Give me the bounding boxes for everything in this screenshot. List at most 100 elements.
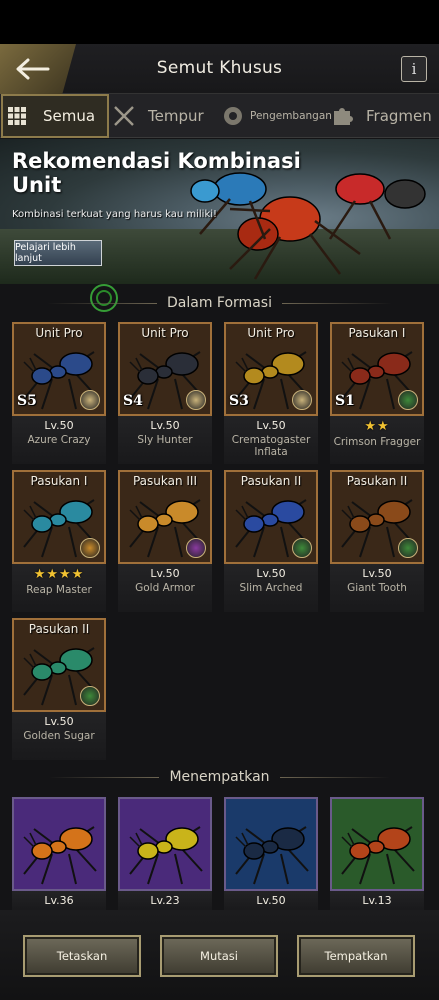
unit-meta: Lv.36: [12, 891, 106, 911]
tab-label: Semua: [43, 107, 96, 125]
divider: [279, 776, 390, 778]
unit-level: Lv.50: [362, 567, 392, 580]
unit-level: Lv.50: [44, 715, 74, 728]
unit-meta: ★★ Crimson Fragger: [330, 416, 424, 464]
unit-rank: Unit Pro: [141, 326, 189, 340]
unit-portrait: Unit Pro S3: [224, 322, 318, 416]
deploy-card[interactable]: Lv.50: [224, 797, 318, 911]
section-title: Menempatkan: [169, 769, 270, 785]
unit-card[interactable]: Unit Pro S3 Lv.50 Crematogaster Inflata: [224, 322, 318, 464]
unit-meta: Lv.50: [224, 891, 318, 911]
unit-card[interactable]: Pasukan II Lv.50 Golden Sugar: [12, 618, 106, 760]
unit-portrait: Pasukan II: [330, 470, 424, 564]
header-bar: Semut Khusus i: [0, 44, 439, 94]
unit-card[interactable]: Pasukan I S1 ★★ Crimson Fragger: [330, 322, 424, 464]
unit-portrait: [224, 797, 318, 891]
unit-card[interactable]: Unit Pro S5 Lv.50 Azure Crazy: [12, 322, 106, 464]
status-bar: [0, 0, 439, 44]
skill-badge-icon: [80, 538, 100, 558]
tier-badge: S1: [335, 393, 355, 409]
unit-meta: Lv.23: [118, 891, 212, 911]
unit-card[interactable]: Pasukan III Lv.50 Gold Armor: [118, 470, 212, 612]
unit-rank: Pasukan II: [28, 622, 90, 636]
unit-name: Reap Master: [26, 584, 92, 596]
mutation-button[interactable]: Mutasi: [160, 935, 278, 977]
tab-tempur[interactable]: Tempur: [112, 94, 212, 138]
unit-rank: Pasukan II: [240, 474, 302, 488]
unit-level: Lv.50: [150, 419, 180, 432]
ant-portrait-icon: [120, 799, 210, 889]
skill-badge-icon: [292, 538, 312, 558]
unit-portrait: [330, 797, 424, 891]
deploy-heading: Menempatkan: [0, 766, 439, 788]
unit-level: Lv.36: [44, 894, 74, 907]
unit-name: Gold Armor: [135, 582, 195, 594]
unit-rank: Pasukan II: [346, 474, 408, 488]
unit-meta: Lv.50 Slim Arched: [224, 564, 318, 612]
recommendation-banner[interactable]: Rekomendasi Kombinasi Unit Kombinasi ter…: [0, 139, 439, 284]
skill-badge-icon: [186, 390, 206, 410]
unit-meta: Lv.50 Crematogaster Inflata: [224, 416, 318, 464]
star-rating: ★★: [364, 419, 390, 434]
ant-portrait-icon: [332, 799, 422, 889]
unit-portrait: [118, 797, 212, 891]
unit-meta: Lv.50 Giant Tooth: [330, 564, 424, 612]
gear-shield-icon: [222, 105, 244, 127]
unit-meta: Lv.50 Gold Armor: [118, 564, 212, 612]
unit-rank: Unit Pro: [247, 326, 295, 340]
unit-card[interactable]: Unit Pro S4 Lv.50 Sly Hunter: [118, 322, 212, 464]
category-tabs: Semua Tempur Pengembangan Fragmen: [0, 94, 439, 138]
unit-rank: Pasukan III: [132, 474, 198, 488]
skill-badge-icon: [398, 538, 418, 558]
skill-badge-icon: [186, 538, 206, 558]
unit-name: Slim Arched: [239, 582, 303, 594]
page-title: Semut Khusus: [156, 58, 283, 78]
unit-meta: Lv.50 Azure Crazy: [12, 416, 106, 464]
learn-more-button[interactable]: Pelajari lebih lanjut: [14, 240, 102, 266]
deploy-card[interactable]: Lv.23: [118, 797, 212, 911]
unit-portrait: Pasukan II: [12, 618, 106, 712]
banner-title: Rekomendasi Kombinasi Unit: [12, 149, 301, 197]
unit-portrait: Pasukan III: [118, 470, 212, 564]
star-rating: ★★★★: [33, 567, 85, 582]
unit-rank: Pasukan I: [30, 474, 88, 488]
tab-fragmen[interactable]: Fragmen: [332, 94, 438, 138]
unit-card[interactable]: Pasukan II Lv.50 Giant Tooth: [330, 470, 424, 612]
tab-label: Tempur: [148, 107, 204, 125]
crossed-swords-icon: [112, 104, 136, 128]
unit-name: Sly Hunter: [137, 434, 193, 446]
unit-name: Golden Sugar: [23, 730, 95, 742]
info-button[interactable]: i: [401, 56, 427, 82]
grid-icon: [7, 106, 27, 126]
unit-level: Lv.50: [256, 894, 286, 907]
banner-subtitle: Kombinasi terkuat yang harus kau miliki!: [12, 209, 218, 220]
unit-portrait: Pasukan I: [12, 470, 106, 564]
unit-level: Lv.50: [256, 419, 286, 432]
unit-name: Giant Tooth: [347, 582, 407, 594]
tier-badge: S5: [17, 393, 37, 409]
skill-badge-icon: [292, 390, 312, 410]
skill-badge-icon: [80, 686, 100, 706]
unit-level: Lv.50: [256, 567, 286, 580]
divider: [49, 776, 160, 778]
release-button[interactable]: Tetaskan: [23, 935, 141, 977]
tab-label: Pengembangan: [250, 110, 332, 122]
tier-badge: S3: [229, 393, 249, 409]
unit-portrait: [12, 797, 106, 891]
tab-pengembangan[interactable]: Pengembangan: [222, 94, 332, 138]
unit-card[interactable]: Pasukan I ★★★★ Reap Master: [12, 470, 106, 612]
unit-name: Crematogaster Inflata: [231, 434, 311, 458]
place-button[interactable]: Tempatkan: [297, 935, 415, 977]
unit-rank: Pasukan I: [348, 326, 406, 340]
unit-meta: ★★★★ Reap Master: [12, 564, 106, 612]
tab-label: Fragmen: [366, 107, 432, 125]
deploy-card[interactable]: Lv.13: [330, 797, 424, 911]
unit-level: Lv.23: [150, 894, 180, 907]
unit-card[interactable]: Pasukan II Lv.50 Slim Arched: [224, 470, 318, 612]
unit-portrait: Pasukan I S1: [330, 322, 424, 416]
formation-heading: Dalam Formasi: [0, 292, 439, 314]
tier-badge: S4: [123, 393, 143, 409]
tab-semua[interactable]: Semua: [1, 94, 109, 138]
deploy-card[interactable]: Lv.36: [12, 797, 106, 911]
divider: [281, 302, 392, 304]
